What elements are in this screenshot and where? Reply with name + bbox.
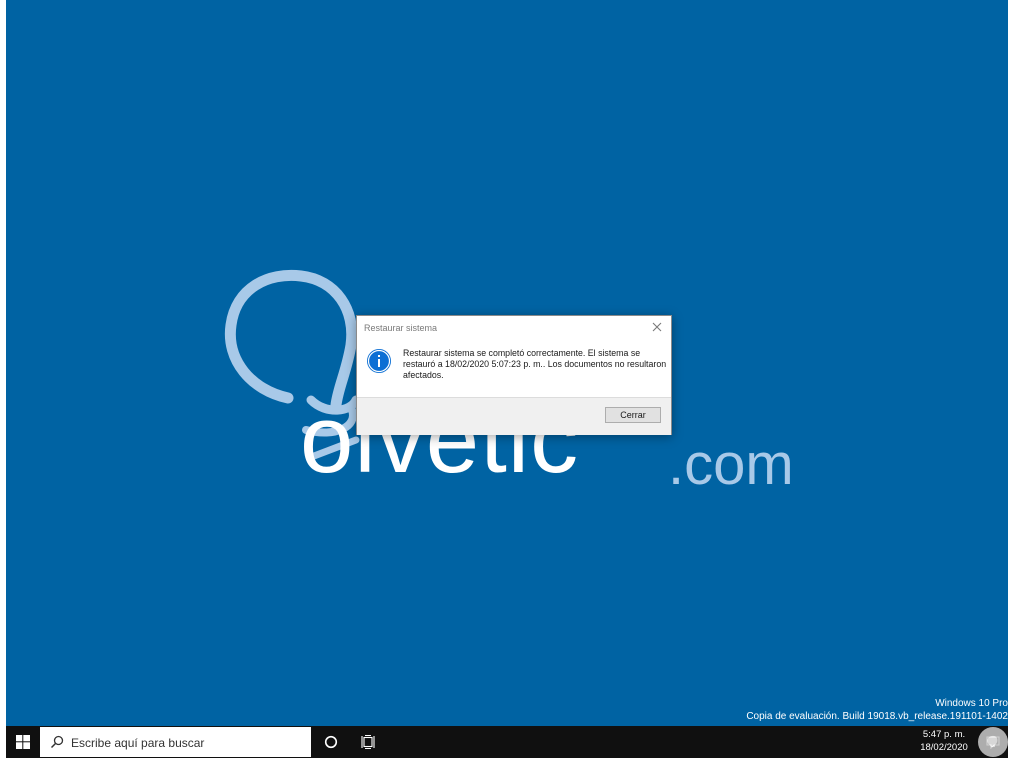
task-view-button[interactable] (356, 726, 382, 758)
watermark-suffix: .com (668, 432, 794, 497)
task-view-icon (361, 735, 375, 749)
restore-dialog: Restaurar sistema Restaurar sistema se c… (356, 315, 672, 435)
close-icon (652, 322, 662, 332)
desktop: olvetic .com Restaurar sistema Restaurar… (6, 0, 1008, 726)
taskbar: Escribe aquí para buscar 5:47 p. m. 18/0… (6, 726, 1008, 758)
close-button[interactable]: Cerrar (605, 407, 661, 423)
windows-logo-icon (16, 735, 30, 749)
cortana-circle-icon (324, 735, 338, 749)
taskbar-clock[interactable]: 5:47 p. m. 18/02/2020 (916, 728, 972, 754)
activation-build: Copia de evaluación. Build 19018.vb_rele… (746, 711, 1008, 722)
activation-edition: Windows 10 Pro (935, 698, 1008, 709)
clock-date: 18/02/2020 (920, 742, 968, 753)
cortana-button[interactable] (318, 726, 344, 758)
dialog-message: Restaurar sistema se completó correctame… (403, 348, 667, 380)
corner-logo-badge (978, 727, 1008, 757)
dialog-title: Restaurar sistema (364, 323, 438, 333)
info-icon (367, 349, 391, 373)
dialog-close-button[interactable] (647, 318, 667, 336)
dialog-titlebar[interactable]: Restaurar sistema (357, 316, 671, 338)
activation-watermark: Windows 10 Pro Copia de evaluación. Buil… (746, 697, 1008, 723)
search-placeholder: Escribe aquí para buscar (71, 736, 205, 750)
search-input[interactable]: Escribe aquí para buscar (40, 727, 311, 757)
clock-time: 5:47 p. m. (922, 729, 966, 740)
start-button[interactable] (6, 726, 40, 758)
search-icon (50, 735, 64, 749)
bulb-logo-icon (987, 735, 998, 747)
